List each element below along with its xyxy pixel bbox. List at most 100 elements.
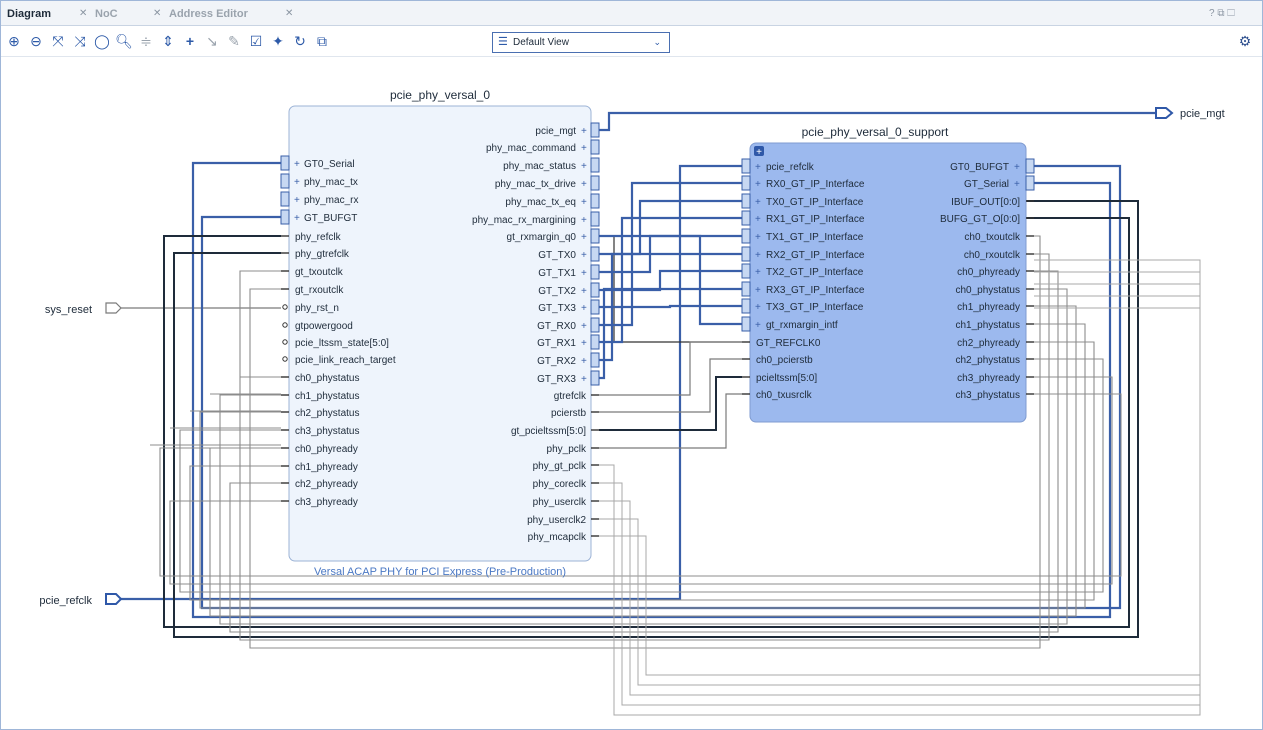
net-wire[interactable] [599, 341, 742, 396]
pin-phy-pclk[interactable]: phy_pclk [547, 444, 587, 455]
pin-pcie-ltssm-state-5-0[interactable]: pcie_ltssm_state[5:0] [295, 338, 389, 349]
support-instance-name: pcie_phy_versal_0_support [802, 125, 949, 139]
block-pcie-phy-support[interactable]: pcie_phy_versal_0_support + + pcie_refclk… [741, 125, 1035, 423]
pin-ch2-phyready[interactable]: ch2_phyready [295, 479, 358, 490]
pin-ch3-phyready[interactable]: ch3_phyready [295, 497, 358, 508]
port-pcie-refclk[interactable]: pcie_refclk [39, 593, 123, 607]
port-sys-reset[interactable]: sys_reset [45, 302, 122, 316]
pin-ch2-phyready[interactable]: ch2_phyready [957, 338, 1020, 349]
net-wire[interactable] [599, 393, 742, 449]
pin-pcieltssm-5-0[interactable]: pcieltssm[5:0] [756, 373, 817, 384]
pin-bufg-gt-o-0-0[interactable]: BUFG_GT_O[0:0] [940, 214, 1020, 225]
pin-rx3-gt-ip-interface[interactable]: RX3_GT_IP_Interface [766, 285, 865, 296]
pin-ch0-pcierstb[interactable]: ch0_pcierstb [756, 355, 813, 366]
pin-gt0-bufgt[interactable]: GT0_BUFGT [950, 162, 1009, 173]
pin-gt-refclk0[interactable]: GT_REFCLK0 [756, 338, 821, 349]
pin-phy-gt-pclk[interactable]: phy_gt_pclk [533, 461, 587, 472]
net-wire[interactable] [599, 234, 742, 326]
bus-interface-icon [741, 175, 751, 191]
pin-ibuf-out-0-0[interactable]: IBUF_OUT[0:0] [951, 197, 1020, 208]
pin-ch0-txoutclk[interactable]: ch0_txoutclk [964, 232, 1021, 243]
pin-phy-mcapclk[interactable]: phy_mcapclk [528, 532, 587, 543]
pin-tx0-gt-ip-interface[interactable]: TX0_GT_IP_Interface [766, 197, 864, 208]
pin-phy-userclk2[interactable]: phy_userclk2 [527, 515, 586, 526]
block-design-canvas[interactable]: pcie_phy_versal_0 Versal ACAP PHY for PC… [0, 0, 1263, 730]
pin-rx1-gt-ip-interface[interactable]: RX1_GT_IP_Interface [766, 214, 865, 225]
expand-pin-icon: + [1014, 162, 1020, 173]
pin-phy-refclk[interactable]: phy_refclk [295, 232, 342, 243]
pin-ch0-phyready[interactable]: ch0_phyready [295, 444, 358, 455]
pin-ch3-phystatus[interactable]: ch3_phystatus [956, 390, 1021, 401]
pin-gt-tx0[interactable]: GT_TX0 [538, 250, 576, 261]
pin-ch0-txusrclk[interactable]: ch0_txusrclk [756, 390, 813, 401]
pin-tx2-gt-ip-interface[interactable]: TX2_GT_IP_Interface [766, 267, 864, 278]
pin-phy-mac-status[interactable]: phy_mac_status [503, 161, 576, 172]
pin-gtpowergood[interactable]: gtpowergood [295, 321, 353, 332]
pin-ch1-phyready[interactable]: ch1_phyready [295, 462, 358, 473]
pin-pcie-link-reach-target[interactable]: pcie_link_reach_target [295, 355, 396, 366]
expand-pin-icon: + [755, 197, 761, 208]
net-wire[interactable] [599, 269, 742, 292]
pin-phy-coreclk[interactable]: phy_coreclk [533, 479, 587, 490]
pin-phy-mac-command[interactable]: phy_mac_command [486, 143, 576, 154]
pin-gt-rx0[interactable]: GT_RX0 [537, 321, 576, 332]
net-wire[interactable] [599, 304, 742, 309]
pin-ch3-phystatus[interactable]: ch3_phystatus [295, 426, 360, 437]
pin-ch0-phystatus[interactable]: ch0_phystatus [956, 285, 1021, 296]
net-wire[interactable] [599, 199, 742, 256]
block-pcie-phy-versal[interactable]: pcie_phy_versal_0 Versal ACAP PHY for PC… [280, 88, 600, 578]
pin-phy-mac-tx-drive[interactable]: phy_mac_tx_drive [495, 179, 577, 190]
pin-rx2-gt-ip-interface[interactable]: RX2_GT_IP_Interface [766, 250, 865, 261]
pin-gt-rx3[interactable]: GT_RX3 [537, 374, 576, 385]
bus-interface-icon [590, 211, 600, 227]
net-wire[interactable] [599, 358, 742, 413]
pin-ch1-phystatus[interactable]: ch1_phystatus [956, 320, 1021, 331]
bus-interface-icon [1025, 175, 1035, 191]
pin-phy-mac-rx-margining[interactable]: phy_mac_rx_margining [472, 215, 576, 226]
pin-gt-bufgt[interactable]: GT_BUFGT [304, 213, 357, 224]
pin-pcie-refclk[interactable]: pcie_refclk [766, 162, 815, 173]
pin-ch2-phystatus[interactable]: ch2_phystatus [295, 408, 360, 419]
pin-gt-rxmargin-q0[interactable]: gt_rxmargin_q0 [507, 232, 577, 243]
pin-pcierstb[interactable]: pcierstb [551, 408, 586, 419]
pin-gt0-serial[interactable]: GT0_Serial [304, 159, 355, 170]
pin-ch0-phystatus[interactable]: ch0_phystatus [295, 373, 360, 384]
port-pcie-mgt[interactable]: pcie_mgt [1155, 107, 1225, 120]
pin-ch1-phyready[interactable]: ch1_phyready [957, 302, 1020, 313]
expand-pin-icon: + [755, 162, 761, 173]
net-wire[interactable] [599, 287, 742, 380]
pin-phy-userclk[interactable]: phy_userclk [533, 497, 587, 508]
net-wire[interactable] [599, 376, 742, 431]
pin-tx1-gt-ip-interface[interactable]: TX1_GT_IP_Interface [766, 232, 864, 243]
pin-gt-serial[interactable]: GT_Serial [964, 179, 1009, 190]
pin-gt-rx1[interactable]: GT_RX1 [537, 338, 576, 349]
pin-gt-tx3[interactable]: GT_TX3 [538, 303, 576, 314]
pin-tx3-gt-ip-interface[interactable]: TX3_GT_IP_Interface [766, 302, 864, 313]
pin-phy-mac-tx-eq[interactable]: phy_mac_tx_eq [505, 197, 576, 208]
pin-phy-rst-n[interactable]: phy_rst_n [295, 303, 339, 314]
expand-pin-icon: + [581, 303, 587, 314]
expand-pin-icon: + [755, 285, 761, 296]
pin-gt-rxmargin-intf[interactable]: gt_rxmargin_intf [766, 320, 838, 331]
pin-gt-pcieltssm-5-0[interactable]: gt_pcieltssm[5:0] [511, 426, 586, 437]
pin-ch2-phystatus[interactable]: ch2_phystatus [956, 355, 1021, 366]
pin-gt-rxoutclk[interactable]: gt_rxoutclk [295, 285, 344, 296]
block-body[interactable] [288, 105, 592, 562]
pin-gt-txoutclk[interactable]: gt_txoutclk [295, 267, 344, 278]
pin-phy-mac-tx[interactable]: phy_mac_tx [304, 177, 358, 188]
pin-phy-mac-rx[interactable]: phy_mac_rx [304, 195, 358, 206]
pin-phy-gtrefclk[interactable]: phy_gtrefclk [295, 249, 350, 260]
pin-gt-tx2[interactable]: GT_TX2 [538, 286, 576, 297]
pin-pcie-mgt[interactable]: pcie_mgt [535, 126, 576, 137]
pin-gt-tx1[interactable]: GT_TX1 [538, 268, 576, 279]
bus-interface-icon [590, 282, 600, 298]
pin-ch3-phyready[interactable]: ch3_phyready [957, 373, 1020, 384]
inverted-pin-icon [282, 356, 288, 362]
pin-ch0-phyready[interactable]: ch0_phyready [957, 267, 1020, 278]
output-port-icon [1155, 107, 1174, 119]
pin-gt-rx2[interactable]: GT_RX2 [537, 356, 576, 367]
pin-ch0-rxoutclk[interactable]: ch0_rxoutclk [964, 250, 1021, 261]
pin-rx0-gt-ip-interface[interactable]: RX0_GT_IP_Interface [766, 179, 865, 190]
pin-gtrefclk[interactable]: gtrefclk [554, 391, 587, 402]
pin-ch1-phystatus[interactable]: ch1_phystatus [295, 391, 360, 402]
